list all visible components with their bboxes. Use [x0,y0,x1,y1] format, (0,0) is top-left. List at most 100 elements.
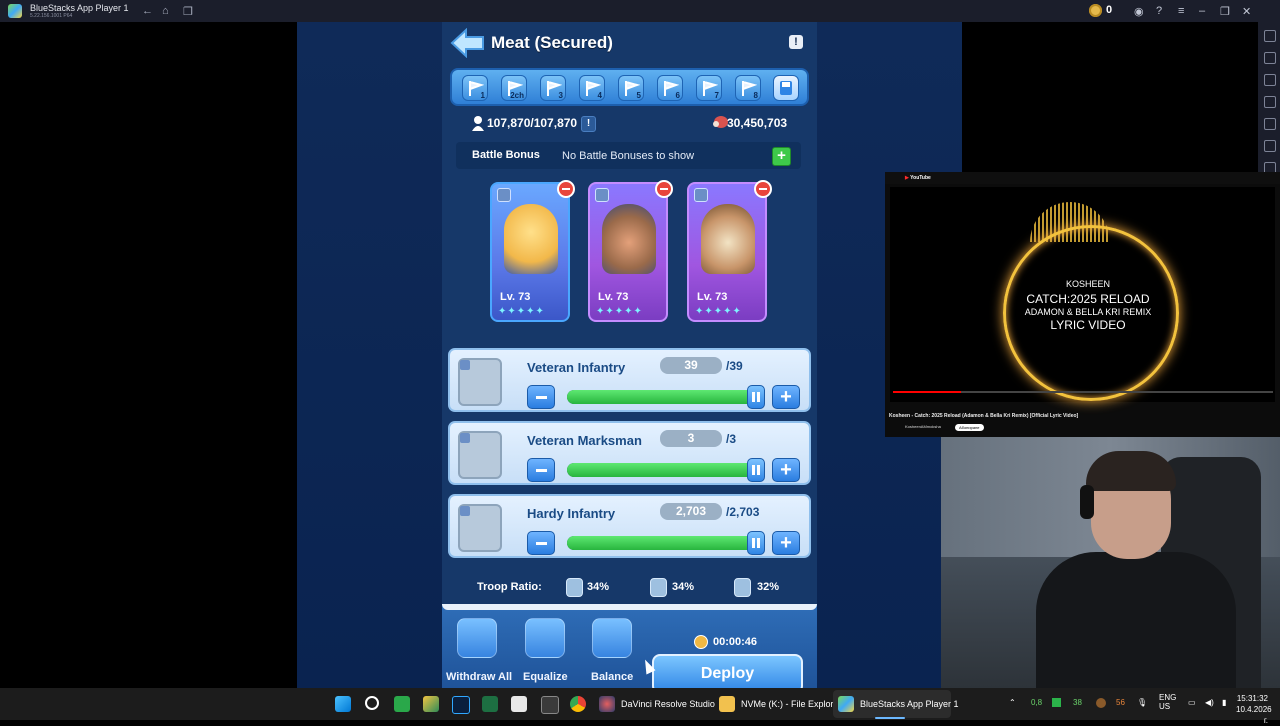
remove-hero-button[interactable] [754,180,772,198]
save-formation-icon[interactable] [773,75,799,101]
start-icon[interactable] [335,696,351,712]
video-artist: KOSHEEN [1065,279,1110,289]
capacity-info-button[interactable]: ! [581,116,596,132]
youtube-logo[interactable]: ▶ YouTube [905,175,931,181]
davinci-icon[interactable] [599,696,615,712]
march-timer: 00:00:46 [713,636,758,648]
clock-icon [694,635,708,649]
help-icon[interactable]: ? [1156,5,1162,17]
remove-hero-button[interactable] [557,180,575,198]
youtube-progress[interactable] [893,391,1273,393]
equalize-label: Equalize [523,671,568,683]
taskbar: DaVinci Resolve Studio NVMe (K:) - File … [0,688,1280,725]
menu-icon[interactable]: ≡ [1178,5,1184,17]
flag-tab[interactable]: 3 [540,75,566,101]
bluestacks-logo-icon [8,4,22,18]
game-panel: Meat (Secured) ! 1 2ch 3 4 5 6 7 8 107,8… [442,22,817,694]
troop-slider[interactable] [567,385,765,409]
troop-count-input[interactable]: 3 [660,430,722,447]
close-icon[interactable]: ✕ [1242,5,1251,18]
increase-button[interactable]: + [772,458,800,482]
excel-icon[interactable] [482,696,498,712]
troop-slider[interactable] [567,458,765,482]
hero-portrait [602,204,656,274]
troop-name: Veteran Infantry [527,360,626,375]
youtube-video-title[interactable]: Kosheen - Catch: 2025 Reload (Adamon & B… [889,413,1078,419]
tray-app-icon[interactable] [1096,698,1106,708]
restore-icon[interactable]: ❐ [1220,5,1230,18]
info-button[interactable]: ! [789,35,803,49]
troop-row: Hardy Infantry 2,703 /2,703 + [448,494,811,558]
network-icon[interactable]: ▭ [1188,698,1196,707]
increase-button[interactable]: + [772,385,800,409]
multitask-icon[interactable]: ❐ [183,5,193,18]
file-explorer-icon[interactable] [719,696,735,712]
photoshop-icon[interactable] [452,696,470,714]
apk-icon[interactable] [1264,74,1276,86]
taskbar-app-davinci[interactable]: DaVinci Resolve Studio [621,699,715,709]
decrease-button[interactable] [527,458,555,482]
fullscreen-icon[interactable] [1264,30,1276,42]
infantry-shield-icon [566,578,583,597]
troop-row: Veteran Infantry 39 /39 + [448,348,811,412]
macro-icon[interactable] [1264,118,1276,130]
youtube-channel[interactable]: KosheenAMmoksha [905,424,941,429]
taskbar-app-explorer[interactable]: NVMe (K:) - File Explore [741,699,839,709]
cs-app-icon[interactable] [394,696,410,712]
flag-tab[interactable]: 5 [618,75,644,101]
troop-slider-thumb[interactable] [747,385,765,409]
notepad-icon[interactable] [511,696,527,712]
add-bonus-button[interactable]: + [772,147,791,166]
account-icon[interactable]: ◉ [1134,5,1144,18]
troop-ratio-bar: Troop Ratio: 34% 34% 32% [442,570,817,602]
volume-icon[interactable] [1264,52,1276,64]
flag-tab[interactable]: 2ch [501,75,527,101]
system-clock[interactable]: 15:31:32 10.4.2026 г. [1236,693,1272,726]
hero-card[interactable]: Lv. 73 ✦✦✦✦✦ [490,182,570,322]
language-indicator[interactable]: ENG US [1159,693,1176,711]
battle-bonus-bar: Battle Bonus No Battle Bonuses to show + [456,142,801,169]
bluestacks-icon[interactable] [838,696,854,712]
youtube-subscribe-button[interactable]: Абониране [955,424,984,431]
hero-card[interactable]: Lv. 73 ✦✦✦✦✦ [588,182,668,322]
withdraw-all-button[interactable] [455,618,499,662]
screenshot-icon[interactable] [1264,96,1276,108]
troop-slider-thumb[interactable] [747,531,765,555]
volume-icon[interactable]: ◀) [1205,698,1214,707]
youtube-video[interactable]: KOSHEEN CATCH:2025 RELOAD ADAMON & BELLA… [890,187,1275,402]
tray-expand-icon[interactable]: ⌃ [1009,698,1016,707]
remove-hero-button[interactable] [655,180,673,198]
microphone-icon[interactable]: 🎙 [1137,698,1147,707]
balance-label: Balance [591,671,634,683]
taskbar-app-bluestacks[interactable]: BlueStacks App Player 1 [860,699,959,709]
video-editor-icon[interactable] [541,696,559,714]
flag-tab[interactable]: 6 [657,75,683,101]
troop-count-input[interactable]: 2,703 [660,503,722,520]
app-icon[interactable] [423,696,439,712]
video-song: CATCH:2025 RELOAD [1026,292,1150,306]
increase-button[interactable]: + [772,531,800,555]
youtube-topbar: ▶ YouTube [885,172,1280,184]
minimize-icon[interactable]: – [1199,5,1205,17]
hero-stars: ✦✦✦✦✦ [498,306,545,317]
battery-icon[interactable]: ▮ [1222,698,1226,707]
flag-tab[interactable]: 1 [462,75,488,101]
troop-count-input[interactable]: 39 [660,357,722,374]
sync-icon[interactable] [1264,140,1276,152]
search-icon[interactable] [365,696,379,710]
home-icon[interactable]: ⌂ [162,5,169,17]
flag-tab[interactable]: 7 [696,75,722,101]
flag-tab[interactable]: 8 [735,75,761,101]
chrome-icon[interactable] [570,696,586,712]
equalize-button[interactable] [523,618,567,662]
decrease-button[interactable] [527,531,555,555]
troop-slider-thumb[interactable] [747,458,765,482]
troop-slider[interactable] [567,531,765,555]
tray-green-icon[interactable] [1052,698,1061,707]
troop-max: /3 [726,432,737,446]
decrease-button[interactable] [527,385,555,409]
hero-card[interactable]: Lv. 73 ✦✦✦✦✦ [687,182,767,322]
back-icon[interactable]: ← [142,5,153,17]
flag-tab[interactable]: 4 [579,75,605,101]
balance-button[interactable] [590,618,634,662]
